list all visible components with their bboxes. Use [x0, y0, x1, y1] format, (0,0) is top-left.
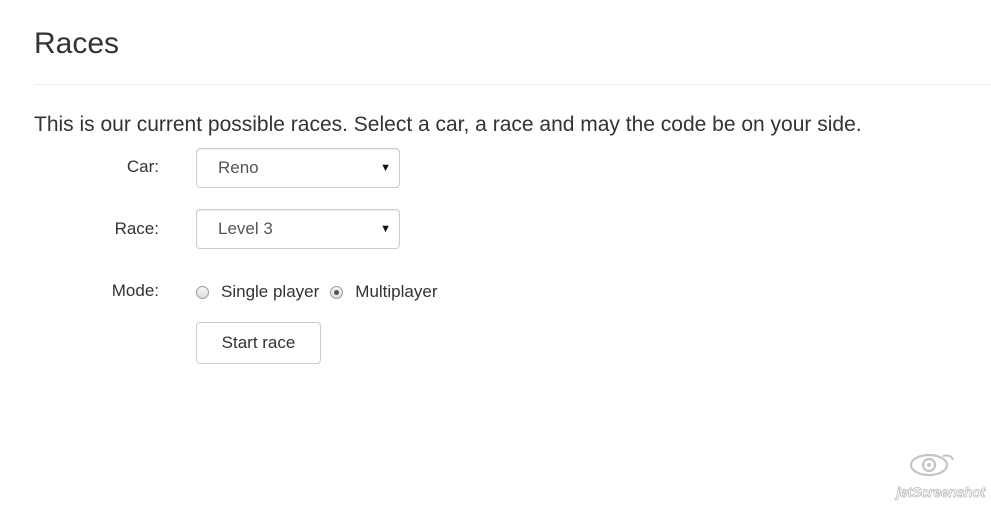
mode-option-single-player[interactable]: Single player	[196, 282, 319, 302]
caret-down-icon: ▼	[380, 162, 391, 174]
watermark: jetScreenshot	[875, 450, 986, 501]
car-select[interactable]: Reno ▼	[196, 148, 400, 188]
car-select-value: Reno	[218, 158, 259, 177]
intro-text: This is our current possible races. Sele…	[34, 113, 862, 136]
races-page: Races This is our current possible races…	[0, 0, 991, 508]
multiplayer-label: Multiplayer	[355, 282, 438, 301]
race-select-value: Level 3	[218, 219, 273, 238]
race-select[interactable]: Level 3 ▼	[196, 209, 400, 249]
page-title: Races	[34, 27, 120, 60]
watermark-text: jetScreenshot	[896, 484, 986, 501]
eye-swirl-logo-icon	[909, 453, 954, 477]
single-player-radio[interactable]	[196, 285, 209, 299]
race-label: Race:	[114, 219, 159, 238]
start-race-button[interactable]: Start race	[196, 322, 321, 364]
title-divider	[34, 84, 991, 85]
mode-label: Mode:	[111, 281, 159, 300]
mode-option-multiplayer[interactable]: Multiplayer	[330, 282, 437, 302]
single-player-label: Single player	[221, 282, 320, 301]
mode-radio-group: Single player Multiplayer	[196, 280, 448, 304]
caret-down-icon: ▼	[380, 223, 391, 235]
multiplayer-radio[interactable]	[330, 285, 344, 299]
car-label: Car:	[126, 157, 159, 176]
